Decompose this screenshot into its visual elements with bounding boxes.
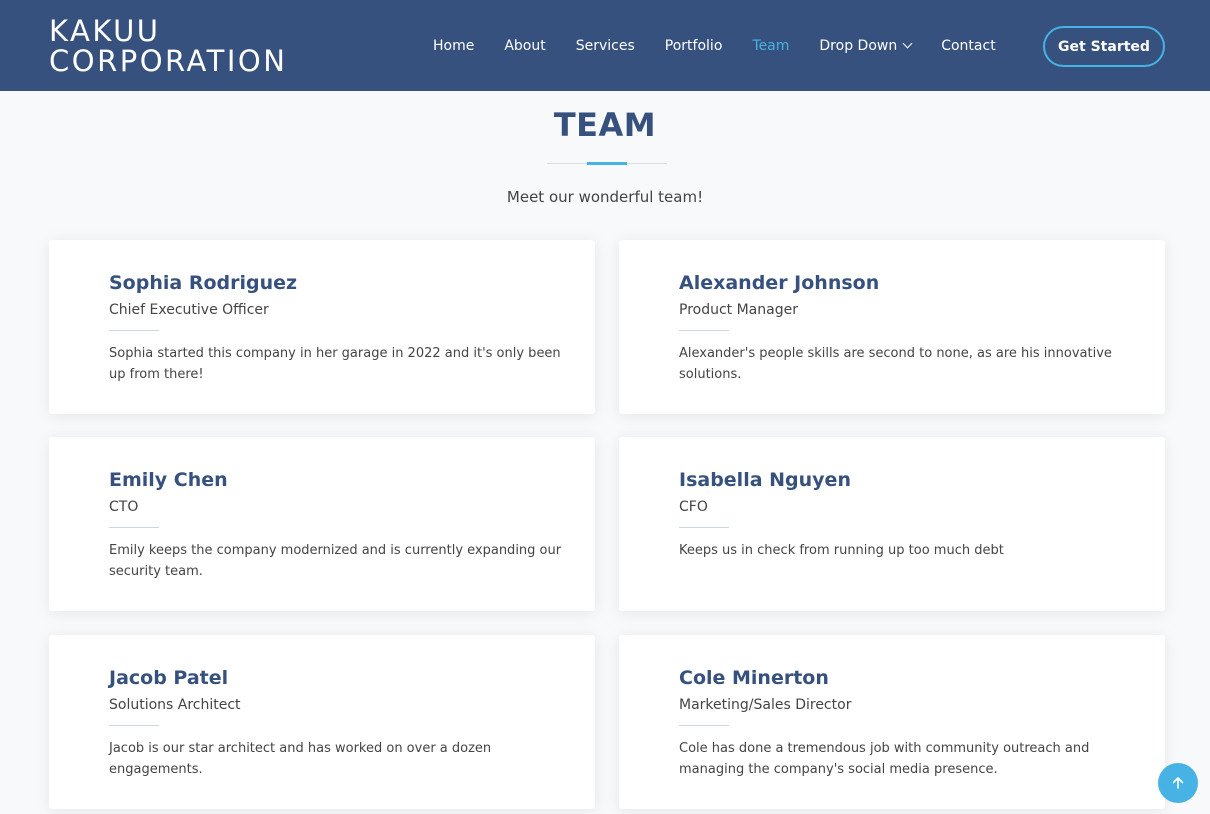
logo-line-1: KAKUU [49,14,161,48]
team-member-card: Cole Minerton Marketing/Sales Director C… [619,635,1165,809]
member-bio: Cole has done a tremendous job with comm… [679,741,1090,777]
member-divider [679,330,729,331]
member-divider [679,527,729,528]
nav-portfolio[interactable]: Portfolio [665,38,723,54]
member-role: Chief Executive Officer [109,302,269,318]
member-role: Solutions Architect [109,697,241,713]
member-bio: Keeps us in check from running up too mu… [679,543,1004,558]
nav-services[interactable]: Services [576,38,635,54]
member-divider [109,527,159,528]
member-bio: Emily keeps the company modernized and i… [109,543,562,579]
member-bio: Sophia started this company in her garag… [109,346,561,382]
member-bio: Alexander's people skills are second to … [679,346,1112,382]
member-role: CFO [679,499,708,515]
nav-dropdown[interactable]: Drop Down [819,37,913,54]
member-role: Marketing/Sales Director [679,697,852,713]
team-member-card: Emily Chen CTO Emily keeps the company m… [49,437,595,611]
chevron-down-icon [902,38,913,48]
team-member-card: Alexander Johnson Product Manager Alexan… [619,240,1165,414]
nav-contact[interactable]: Contact [941,38,995,54]
member-name: Emily Chen [109,469,228,491]
member-name: Alexander Johnson [679,272,880,294]
nav-home[interactable]: Home [433,38,474,54]
member-name: Jacob Patel [109,667,229,689]
back-to-top-button[interactable] [1158,763,1198,803]
get-started-button[interactable]: Get Started [1043,26,1165,67]
member-name: Sophia Rodriguez [109,272,298,294]
nav-team[interactable]: Team [752,38,789,54]
title-accent-bar [587,162,627,165]
member-role: CTO [109,499,139,515]
arrow-up-icon [1172,777,1184,789]
nav-dropdown-label: Drop Down [819,37,898,54]
team-member-card: Jacob Patel Solutions Architect Jacob is… [49,635,595,809]
logo-line-2: CORPORATION [49,44,288,78]
section-subtitle: Meet our wonderful team! [506,188,704,206]
team-member-card: Isabella Nguyen CFO Keeps us in check fr… [619,437,1165,611]
member-name: Isabella Nguyen [679,469,851,491]
member-divider [109,330,159,331]
logo[interactable]: KAKUU CORPORATION [49,16,287,76]
member-name: Cole Minerton [679,667,829,689]
member-bio: Jacob is our star architect and has work… [109,741,492,777]
team-member-card: Sophia Rodriguez Chief Executive Officer… [49,240,595,414]
member-divider [679,725,729,726]
member-divider [109,725,159,726]
site-header: KAKUU CORPORATION Home About Services Po… [0,0,1210,91]
nav-about[interactable]: About [504,38,545,54]
member-role: Product Manager [679,302,798,318]
section-title: TEAM [553,106,657,144]
main-nav: Home About Services Portfolio Team Drop … [433,0,996,91]
